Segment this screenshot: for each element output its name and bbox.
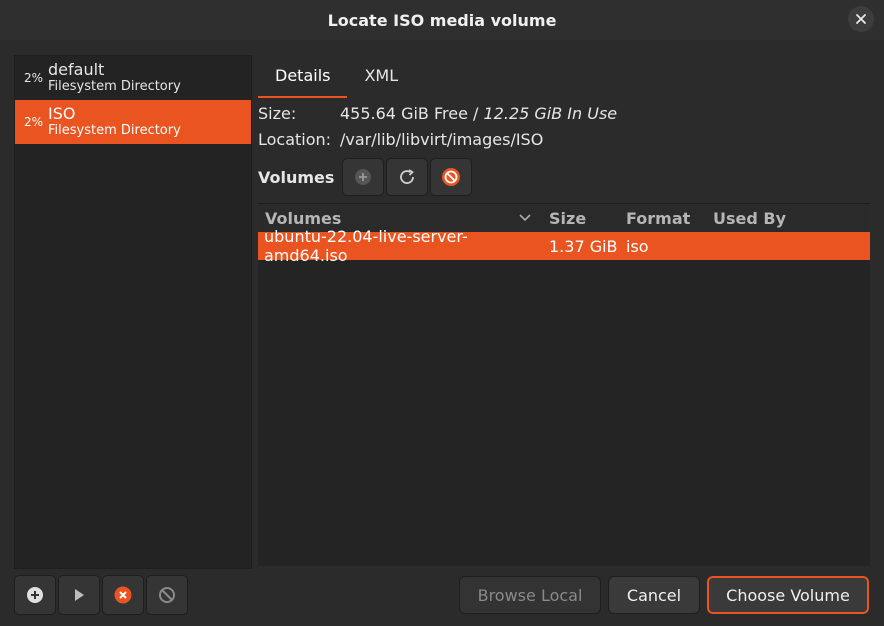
size-in-use: 12.25 GiB In Use: [483, 104, 618, 123]
delete-pool-button[interactable]: [146, 575, 188, 615]
stop-pool-button[interactable]: [102, 575, 144, 615]
pool-usage: 2%: [23, 71, 43, 85]
location-value: /var/lib/libvirt/images/ISO: [340, 130, 544, 149]
pool-usage: 2%: [23, 115, 43, 129]
refresh-button[interactable]: [386, 158, 429, 196]
column-header-format[interactable]: Format: [618, 209, 705, 228]
choose-volume-button[interactable]: Choose Volume: [707, 576, 869, 614]
tab-details[interactable]: Details: [258, 55, 348, 99]
cancel-button[interactable]: Cancel: [608, 576, 700, 614]
delete-volume-button[interactable]: [430, 158, 473, 196]
pool-name: default: [48, 60, 105, 79]
pool-toolbar: [14, 575, 190, 615]
close-icon: [856, 14, 866, 24]
pool-item-default[interactable]: 2% default Filesystem Directory: [15, 56, 251, 100]
size-free: 455.64 GiB Free /: [340, 104, 484, 123]
window-title: Locate ISO media volume: [327, 10, 557, 30]
dialog-body: 2% default Filesystem Directory 2% ISO F…: [0, 40, 884, 626]
volume-size: 1.37 GiB: [549, 236, 618, 256]
pool-type: Filesystem Directory: [48, 79, 181, 94]
tab-bar: Details XML: [258, 55, 415, 99]
details-panel: Size: 455.64 GiB Free / 12.25 GiB In Use…: [258, 98, 870, 567]
refresh-icon: [400, 169, 415, 184]
location-label: Location:: [258, 130, 332, 149]
size-row: Size: 455.64 GiB Free / 12.25 GiB In Use: [258, 104, 617, 123]
column-header-used-by[interactable]: Used By: [705, 209, 865, 228]
close-button[interactable]: [848, 6, 874, 32]
browse-local-button[interactable]: Browse Local: [459, 576, 601, 614]
table-row[interactable]: ubuntu-22.04-live-server-amd64.iso 1.37 …: [258, 227, 870, 265]
volume-table: Volumes Size Format Used By ubuntu-22.04…: [258, 203, 870, 566]
add-pool-icon: [27, 587, 43, 603]
tab-xml[interactable]: XML: [347, 55, 415, 96]
pool-item-iso[interactable]: 2% ISO Filesystem Directory: [15, 100, 251, 144]
pool-type: Filesystem Directory: [48, 123, 181, 138]
volume-format: iso: [626, 236, 649, 256]
add-volume-icon: [355, 169, 372, 185]
add-pool-button[interactable]: [14, 575, 56, 615]
sort-chevron-down-icon: [519, 214, 531, 222]
location-row: Location: /var/lib/libvirt/images/ISO: [258, 130, 543, 149]
delete-volume-icon: [442, 168, 461, 186]
volumes-label: Volumes: [258, 167, 335, 187]
start-pool-icon: [75, 589, 84, 601]
start-pool-button[interactable]: [58, 575, 100, 615]
delete-pool-icon: [159, 587, 175, 603]
volume-name: ubuntu-22.04-live-server-amd64.iso: [264, 227, 468, 265]
size-label: Size:: [258, 104, 297, 123]
pool-name: ISO: [48, 104, 76, 123]
title-bar: Locate ISO media volume: [0, 0, 884, 40]
column-label: Volumes: [265, 208, 342, 228]
pool-list: 2% default Filesystem Directory 2% ISO F…: [14, 55, 252, 569]
column-header-volumes[interactable]: Volumes: [258, 209, 541, 228]
stop-pool-icon: [114, 586, 132, 604]
volume-toolbar: Volumes: [258, 158, 474, 196]
add-volume-button[interactable]: [342, 158, 385, 196]
column-header-size[interactable]: Size: [541, 209, 618, 228]
